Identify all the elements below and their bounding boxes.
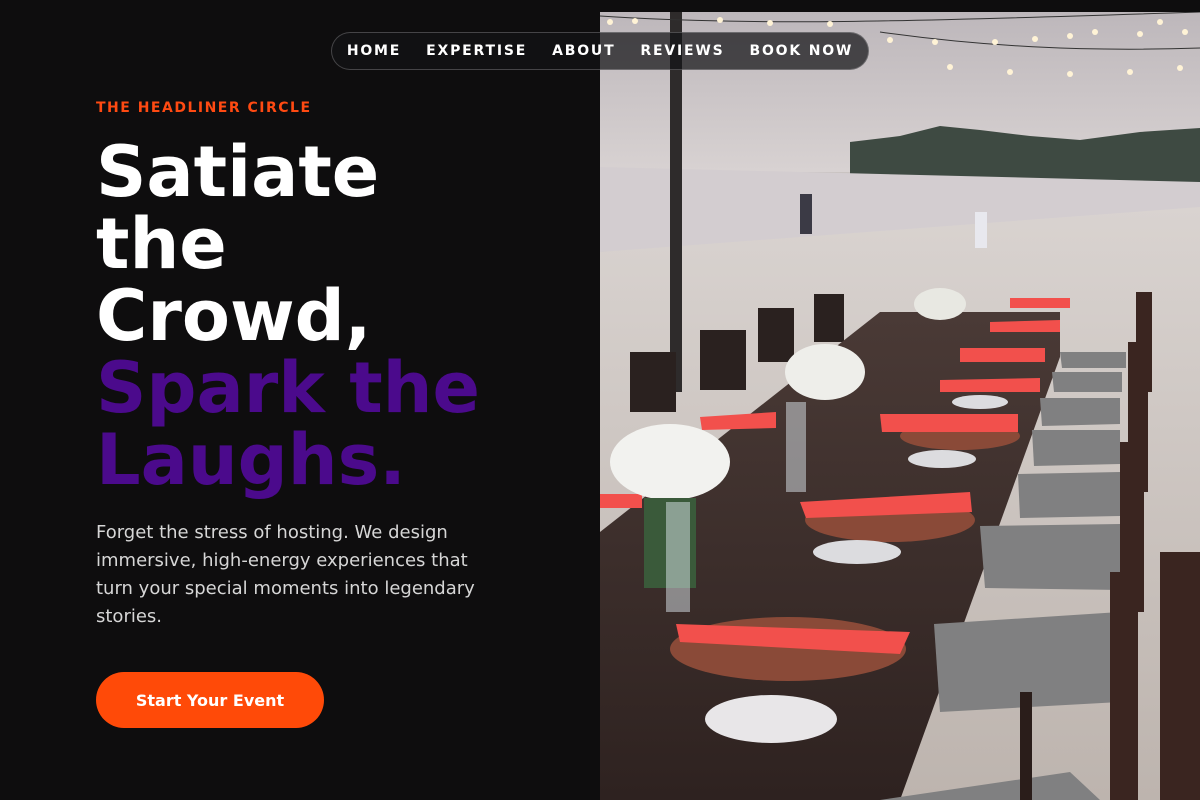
headline-line: the — [96, 203, 227, 285]
eyebrow: THE HEADLINER CIRCLE — [96, 100, 312, 116]
hero-description: Forget the stress of hosting. We design … — [96, 522, 475, 627]
hero-panel: THE HEADLINER CIRCLE Satiate the Crowd, … — [0, 0, 600, 800]
nav-item-about[interactable]: ABOUT — [552, 43, 615, 59]
headline-line-accent: Spark the — [96, 347, 480, 429]
nav-item-reviews[interactable]: REVIEWS — [640, 43, 724, 59]
main-nav: HOME EXPERTISE ABOUT REVIEWS BOOK NOW — [331, 32, 869, 70]
start-event-button[interactable]: Start Your Event — [96, 672, 324, 728]
nav-item-book-now[interactable]: BOOK NOW — [750, 43, 854, 59]
headline-line-accent: Laughs. — [96, 419, 406, 501]
hero-headline: Satiate the Crowd, Spark the Laughs. — [96, 136, 480, 496]
headline-line: Satiate — [96, 131, 380, 213]
beach-dinner-photo — [600, 12, 1200, 800]
hero-image — [600, 12, 1200, 800]
headline-line: Crowd, — [96, 275, 372, 357]
nav-item-home[interactable]: HOME — [347, 43, 401, 59]
nav-item-expertise[interactable]: EXPERTISE — [426, 43, 527, 59]
